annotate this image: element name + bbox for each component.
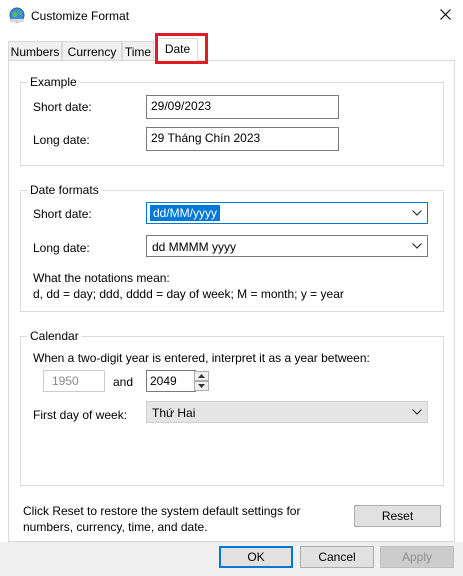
tab-panel-date: Example Short date: 29/09/2023 Long date… xyxy=(8,60,455,542)
notation-text: d, dd = day; ddd, dddd = day of week; M … xyxy=(33,287,344,301)
two-digit-year-text: When a two-digit year is entered, interp… xyxy=(33,351,370,365)
first-day-value: Thứ Hai xyxy=(152,406,196,420)
chevron-down-icon xyxy=(412,210,422,216)
tab-currency[interactable]: Currency xyxy=(62,41,122,61)
date-formats-group: Date formats Short date: dd/MM/yyyy Long… xyxy=(20,183,444,312)
window-title: Customize Format xyxy=(31,9,130,23)
tab-strip: Numbers Currency Time Date xyxy=(8,38,455,62)
year-to-value: 2049 xyxy=(150,374,177,388)
chevron-down-icon xyxy=(412,243,422,249)
year-from-field: 1950 xyxy=(43,370,105,392)
long-date-value: dd MMMM yyyy xyxy=(152,240,236,254)
tab-time[interactable]: Time xyxy=(122,41,154,61)
long-date-combo[interactable]: dd MMMM yyyy xyxy=(146,235,428,257)
reset-description-line2: numbers, currency, time, and date. xyxy=(23,520,208,534)
title-bar: Customize Format xyxy=(0,0,463,32)
first-day-combo[interactable]: Thứ Hai xyxy=(146,401,428,423)
example-group: Example Short date: 29/09/2023 Long date… xyxy=(20,75,444,166)
date-formats-legend: Date formats xyxy=(27,183,102,197)
short-date-combo[interactable]: dd/MM/yyyy xyxy=(146,202,428,224)
reset-button[interactable]: Reset xyxy=(354,505,441,527)
short-date-value: dd/MM/yyyy xyxy=(150,205,221,221)
chevron-down-icon xyxy=(412,409,422,415)
calendar-legend: Calendar xyxy=(27,329,82,343)
tab-highlight-annotation xyxy=(155,33,208,64)
and-label: and xyxy=(113,375,134,389)
ok-button[interactable]: OK xyxy=(219,546,293,568)
spin-up-icon xyxy=(198,374,205,378)
tab-numbers[interactable]: Numbers xyxy=(8,41,62,61)
reset-description-line1: Click Reset to restore the system defaul… xyxy=(23,504,301,518)
globe-icon xyxy=(9,7,25,23)
example-short-label: Short date: xyxy=(33,100,92,114)
calendar-group: Calendar When a two-digit year is entere… xyxy=(20,329,444,486)
close-icon xyxy=(440,9,451,20)
short-date-label: Short date: xyxy=(33,207,92,221)
long-date-label: Long date: xyxy=(33,241,90,255)
spin-up-button[interactable] xyxy=(194,371,209,381)
cancel-button[interactable]: Cancel xyxy=(300,546,374,568)
spin-down-button[interactable] xyxy=(194,381,209,391)
example-long-label: Long date: xyxy=(33,133,90,147)
year-to-spinner[interactable] xyxy=(194,371,209,391)
close-button[interactable] xyxy=(427,0,463,30)
first-day-label: First day of week: xyxy=(33,408,128,422)
example-long-value: 29 Tháng Chín 2023 xyxy=(146,127,339,151)
dialog-button-bar: OK Cancel Apply xyxy=(0,542,463,576)
notation-title: What the notations mean: xyxy=(33,271,170,285)
spin-down-icon xyxy=(198,384,205,388)
apply-button[interactable]: Apply xyxy=(380,546,454,568)
example-short-value: 29/09/2023 xyxy=(146,95,339,119)
example-legend: Example xyxy=(27,75,80,89)
year-to-field[interactable]: 2049 xyxy=(146,370,196,392)
